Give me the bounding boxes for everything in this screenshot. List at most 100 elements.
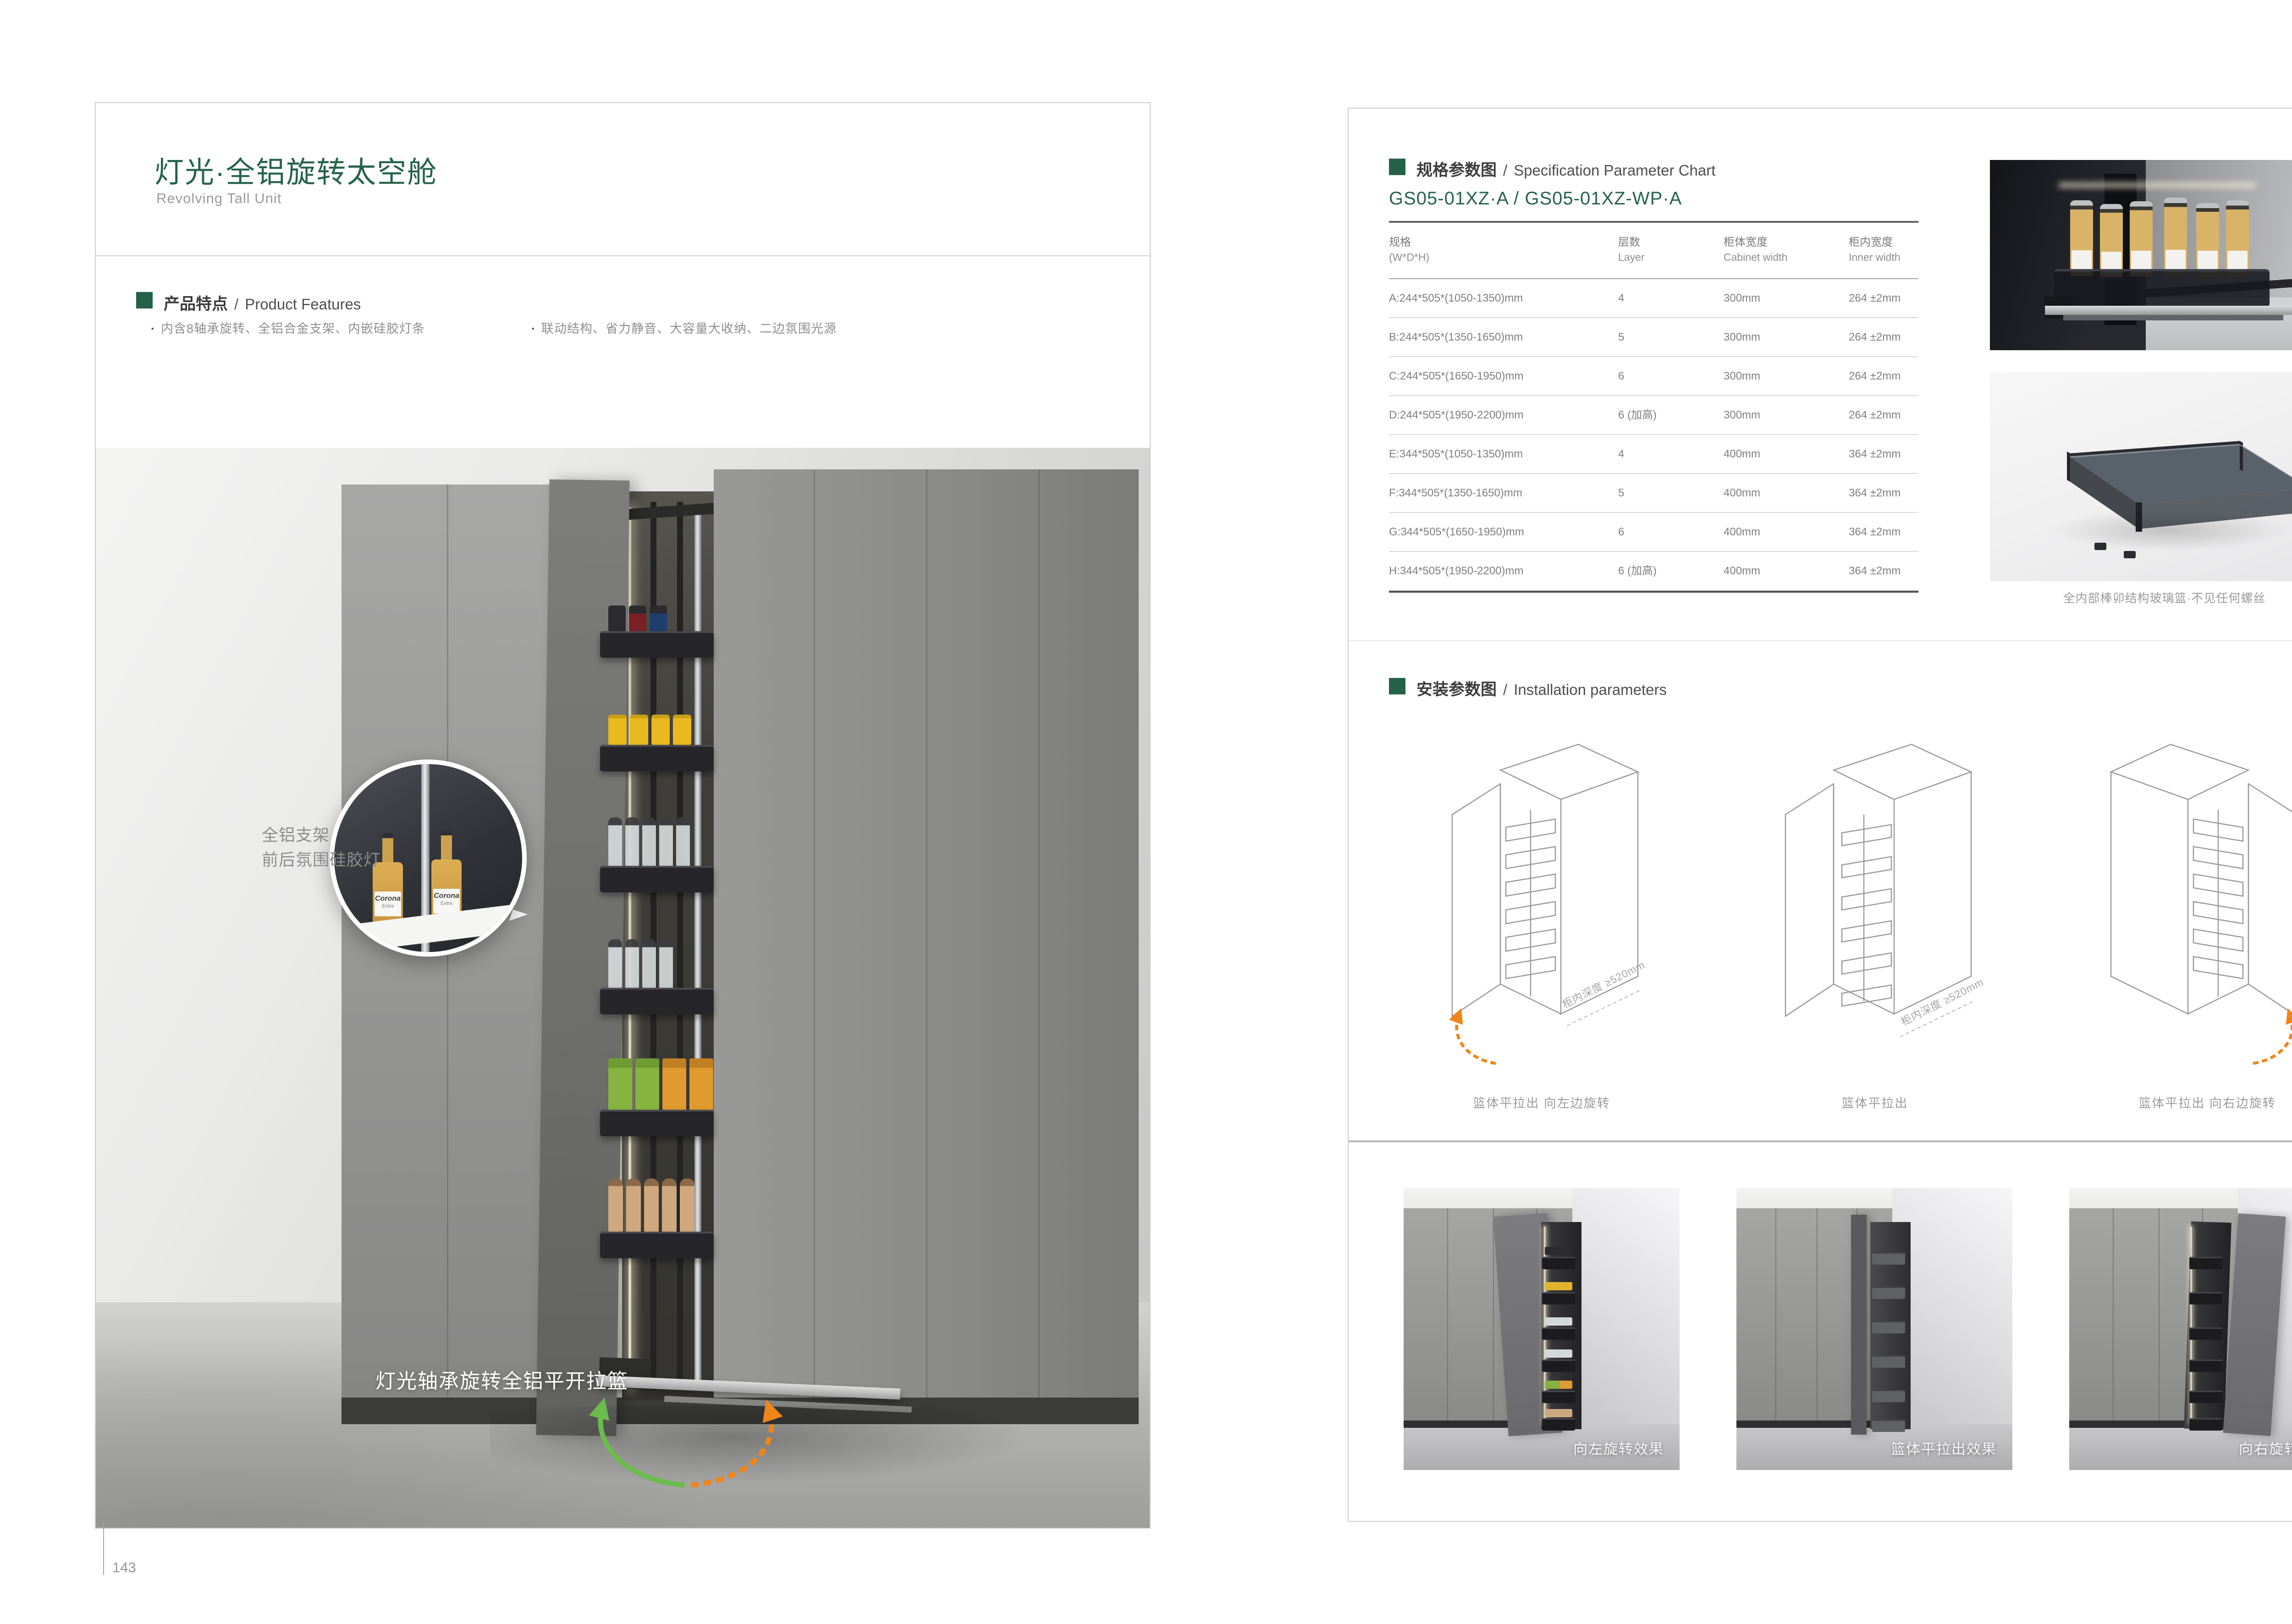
photo-caption: 向右旋转效果 [2239,1437,2292,1458]
folio-rule-left [103,1523,104,1575]
bottle-neck [441,830,452,859]
table-row: B:244*505*(1350-1650)mm5300mm264 ±2mm [1389,318,1918,357]
bottle-neck [382,833,393,862]
section-marker-icon [136,292,153,308]
hero-callout-label: 全铝支架 前后氛围硅胶灯 [262,823,380,872]
bottle-label: Corona Extra [433,889,460,914]
catalog-spread: 灯光·全铝旋转太空舱 Revolving Tall Unit 产品特点/Prod… [0,0,2292,1624]
photo-open-door [1851,1215,1867,1435]
photo-toe-kick [1736,1420,1892,1428]
photo-bottle [2130,201,2153,276]
diagram-caption: 篮体平拉出 [1760,1093,1989,1111]
bottle-label-text: Corona [375,894,401,903]
section-divider [1349,640,2292,641]
photo-items [1545,1409,1572,1417]
product-photo-glass-basket [1990,372,2292,581]
effect-photo-pull-out: 篮体平拉出效果 [1736,1188,2012,1470]
features-heading: 产品特点/Product Features [164,291,361,314]
photo-wall [1736,1208,1892,1424]
rotation-arrows-graphic [577,1391,793,1497]
photo-bottle [2070,200,2093,276]
bottle [659,817,673,867]
cabinet-seam [814,469,815,1398]
install-diagram-straight: 柜内深度 ≥520mm [1760,716,1989,1078]
photo-items [1545,1317,1572,1326]
pullout-basket [600,1232,714,1258]
photo-rail [2045,306,2292,315]
can [651,715,670,746]
cabinet-right-panels [714,469,1139,1398]
feature-bullet: 内含8轴承旋转、全铝合金支架、内嵌硅胶灯条 [151,319,425,336]
bottle [608,939,622,989]
can [673,715,691,746]
photo-light-glow [2059,183,2256,187]
photo-bottle [2226,200,2249,276]
hero-product-image: Corona Extra Corona Extra [96,448,1150,1528]
cabinet-seam [1038,469,1040,1398]
bottle-label-subtext: Extra [375,903,401,909]
bottle [626,1178,641,1233]
callout-line2: 前后氛围硅胶灯 [262,848,380,872]
rotate-right-arrow [2253,1014,2292,1063]
heading-separator: / [1503,681,1507,698]
section-divider [1349,1140,2292,1142]
heading-separator: / [1503,162,1507,179]
table-row: E:344*505*(1050-1350)mm4400mm364 ±2mm [1389,435,1918,474]
col-header-en: (W*D*H) [1389,251,1429,264]
install-heading: 安装参数图/Installation parameters [1416,677,1667,700]
table-row: A:244*505*(1050-1350)mm4300mm264 ±2mm [1389,279,1918,318]
page-title: 灯光·全铝旋转太空舱 [154,149,437,191]
col-header-en: Layer [1618,251,1645,264]
bottle [680,1178,694,1233]
can [629,606,646,632]
left-page: 灯光·全铝旋转太空舱 Revolving Tall Unit 产品特点/Prod… [95,102,1151,1529]
col-header-zh: 柜内宽度 [1849,233,1893,249]
photo-shadow [2050,510,2288,551]
bottle [662,1178,677,1233]
photo-caption: 篮体平拉出效果 [1891,1437,1997,1458]
bottle [625,939,639,989]
bottle-body: Corona Extra [431,859,462,920]
effect-photo-rotate-left: 向左旋转效果 [1404,1188,1680,1470]
page-number-left: 143 [112,1559,136,1576]
heading-separator: / [234,296,238,313]
shelf-items-bottles [608,936,673,989]
spec-table-header: 规格 (W*D*H) 层数 Layer 柜体宽度 Cabinet width 柜… [1389,221,1918,279]
bottle-label-subtext: Extra [433,901,460,906]
features-heading-zh: 产品特点 [164,295,228,313]
install-heading-zh: 安装参数图 [1416,681,1497,699]
page-subtitle: Revolving Tall Unit [156,190,281,207]
bottle [625,817,639,867]
bottle [676,817,690,867]
photo-backdrop [1572,1188,1680,1424]
orange-arrow [691,1408,771,1485]
can [630,715,648,746]
install-diagram-left: 柜内深度 ≥520mm [1427,716,1656,1078]
pullout-basket [600,988,714,1014]
bottle [642,817,656,867]
pullout-basket [600,1110,714,1136]
cabinet-line-drawing [1760,716,1989,1078]
bottle [644,1178,659,1233]
model-number: GS05-01XZ·A / GS05-01XZ-WP·A [1389,188,1682,209]
shelf-items-cartons [608,1056,713,1111]
feature-bullet: 联动结构、省力静音、大容量大收纳、二边氛围光源 [531,319,837,336]
effect-photo-rotate-right: 向右旋转效果 [2069,1188,2292,1470]
bottle-label-text: Corona [433,892,460,901]
photo-basket [2054,269,2270,307]
title-divider [96,255,1150,256]
install-diagram-right [2093,716,2292,1078]
col-header-zh: 规格 [1389,233,1411,249]
diagram-caption: 篮体平拉出 向左边旋转 [1427,1093,1656,1111]
table-row: D:244*505*(1950-2200)mm6 (加高)300mm264 ±2… [1389,396,1918,435]
shelf-items-wine [608,1176,694,1233]
section-marker-icon [1389,678,1405,694]
photo-bottle [2196,203,2219,276]
col-header-en: Cabinet width [1724,251,1787,264]
col-header-en: Inner width [1849,251,1901,264]
cabinet-line-drawing [2093,716,2292,1078]
table-row: F:344*505*(1350-1650)mm5400mm364 ±2mm [1389,474,1918,513]
table-row: G:344*505*(1650-1950)mm6400mm364 ±2mm [1389,513,1918,552]
cabinet-seam [926,469,927,1398]
col-header-zh: 柜体宽度 [1724,233,1768,249]
